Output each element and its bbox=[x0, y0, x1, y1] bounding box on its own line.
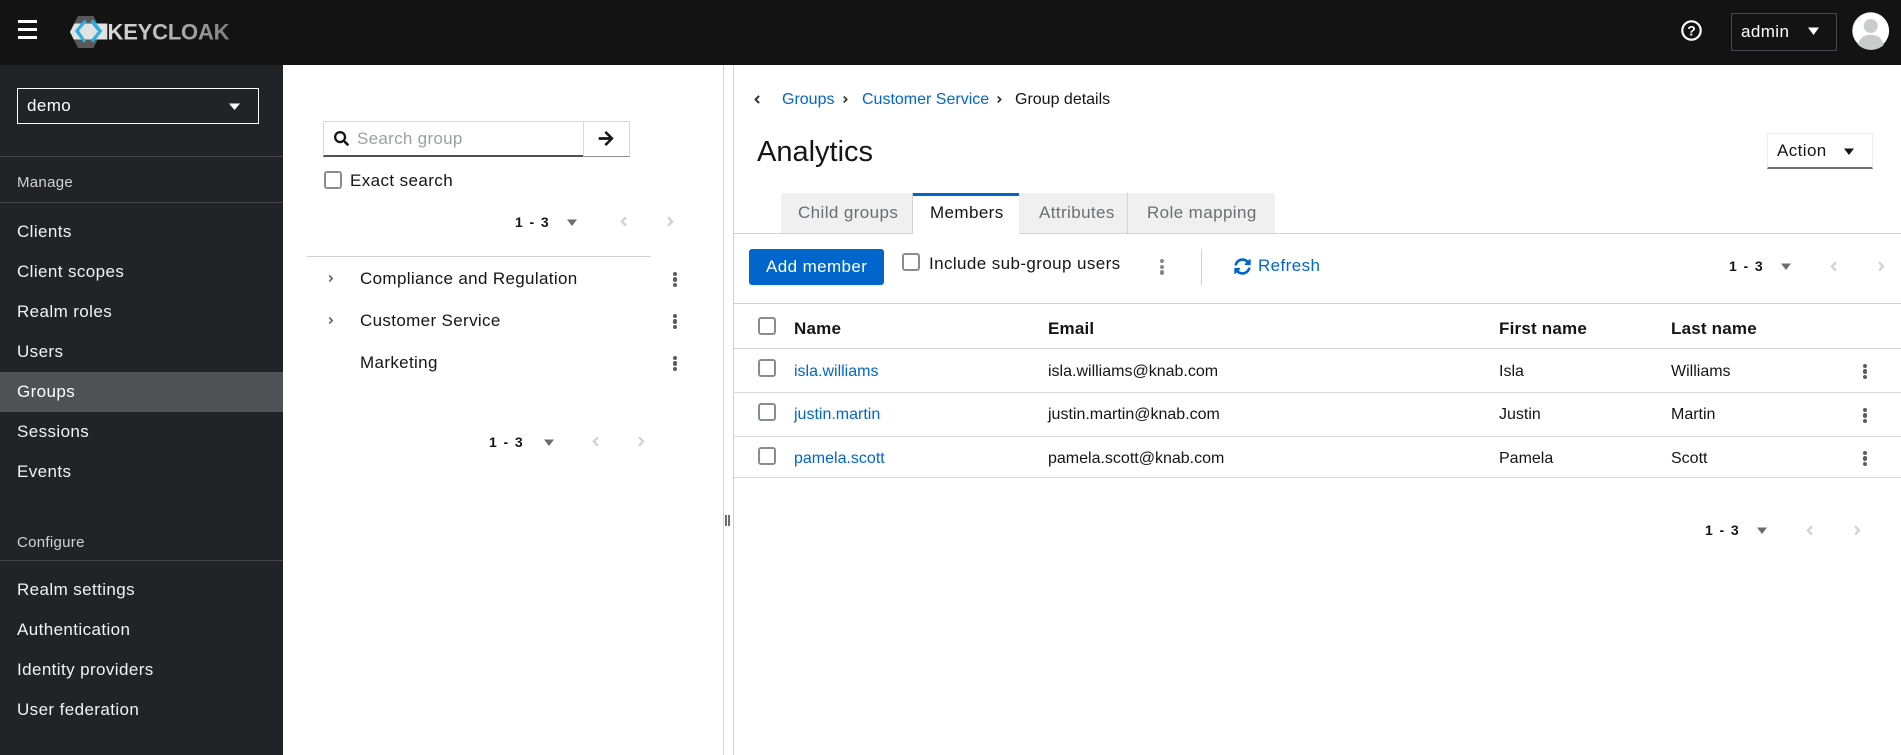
svg-text:?: ? bbox=[1687, 23, 1696, 39]
svg-text:KEYCLOAK: KEYCLOAK bbox=[108, 19, 230, 44]
